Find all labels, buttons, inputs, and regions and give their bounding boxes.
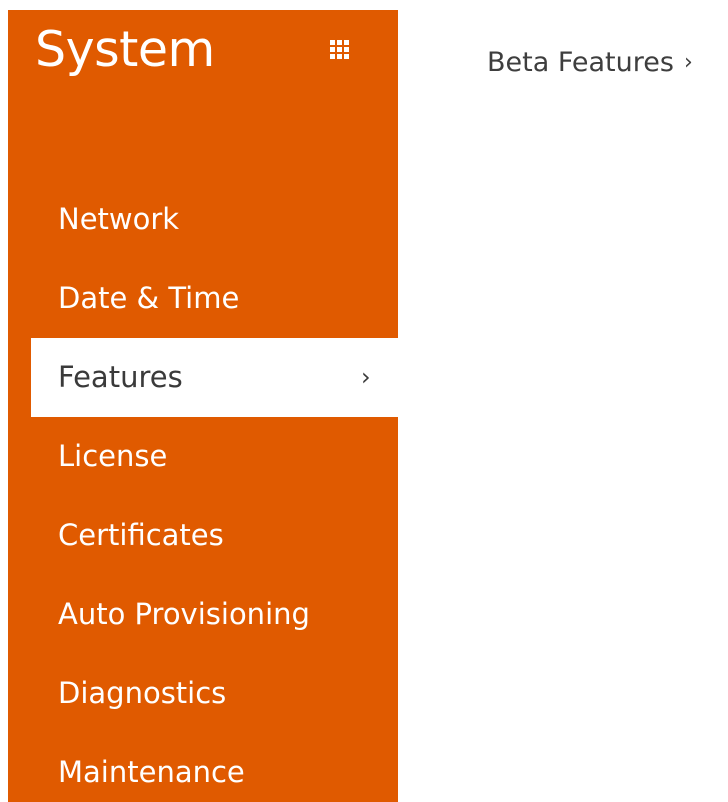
beta-features-label: Beta Features [487, 47, 674, 78]
sidebar-item-network[interactable]: Network [8, 180, 398, 259]
page: System Network Date & Time Features › Li… [0, 0, 728, 802]
sidebar-nav: Network Date & Time Features › License C… [8, 180, 398, 802]
sidebar-item-license[interactable]: License [8, 417, 398, 496]
grid-menu-icon[interactable] [330, 40, 349, 59]
sidebar-item-label: Features [58, 360, 183, 394]
sidebar-item-label: Diagnostics [58, 676, 227, 710]
sidebar-item-label: Certificates [58, 518, 224, 552]
sidebar-item-diagnostics[interactable]: Diagnostics [8, 654, 398, 733]
sidebar-item-date-time[interactable]: Date & Time [8, 259, 398, 338]
beta-features-link[interactable]: Beta Features › [487, 38, 693, 88]
sidebar-item-label: Date & Time [58, 281, 240, 315]
content-area: Beta Features › [487, 38, 728, 88]
sidebar-item-auto-provisioning[interactable]: Auto Provisioning [8, 575, 398, 654]
sidebar: System Network Date & Time Features › Li… [8, 10, 398, 802]
sidebar-item-label: License [58, 439, 168, 473]
sidebar-item-maintenance[interactable]: Maintenance [8, 733, 398, 802]
sidebar-item-label: Maintenance [58, 755, 245, 789]
sidebar-item-features[interactable]: Features › [31, 338, 398, 417]
sidebar-item-certificates[interactable]: Certificates [8, 496, 398, 575]
chevron-right-icon: › [361, 363, 371, 391]
sidebar-item-label: Network [58, 202, 180, 236]
sidebar-item-label: Auto Provisioning [58, 597, 310, 631]
chevron-right-icon: › [683, 50, 693, 75]
sidebar-title: System [35, 21, 215, 78]
